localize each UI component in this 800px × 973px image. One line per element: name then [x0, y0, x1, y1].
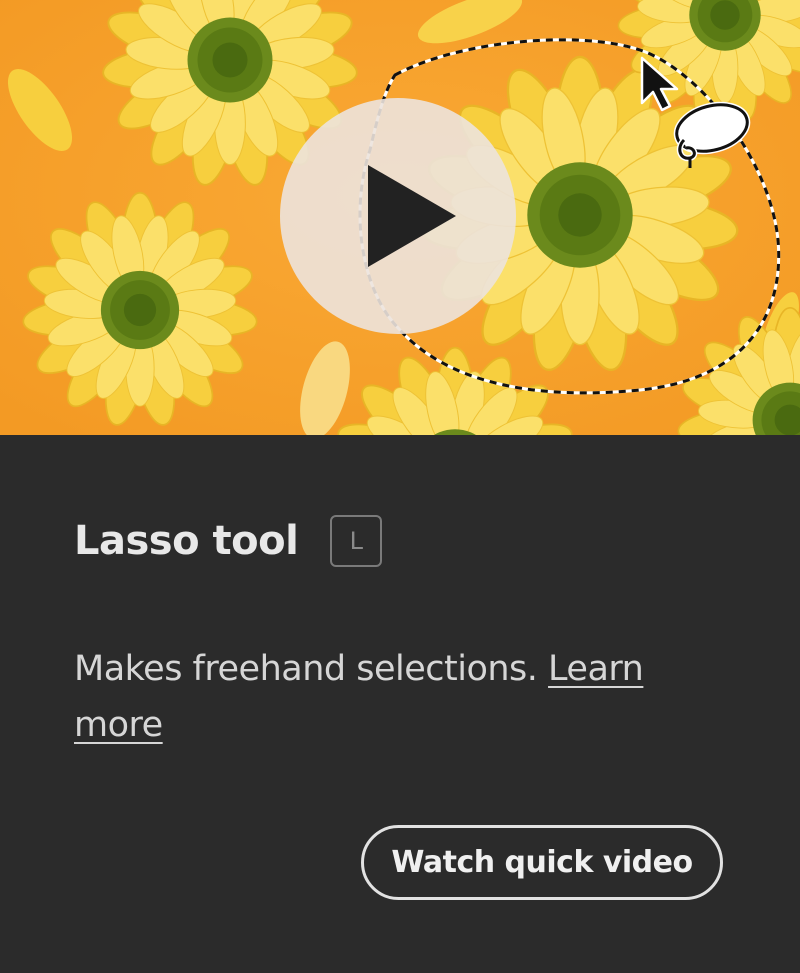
shortcut-key-badge: L — [330, 515, 383, 567]
title-row: Lasso tool L — [74, 515, 383, 567]
watch-quick-video-button[interactable]: Watch quick video — [361, 825, 723, 900]
video-preview[interactable] — [0, 0, 800, 435]
tooltip-content: Lasso tool L Makes freehand selections. … — [0, 435, 800, 973]
lasso-tool-tooltip: Lasso tool L Makes freehand selections. … — [0, 0, 800, 973]
description-text: Makes freehand selections. — [74, 649, 538, 689]
preview-thumbnail — [0, 0, 800, 435]
play-button[interactable] — [280, 98, 516, 334]
tool-description: Makes freehand selections. Learn more — [74, 641, 714, 753]
tool-title: Lasso tool — [74, 518, 299, 564]
